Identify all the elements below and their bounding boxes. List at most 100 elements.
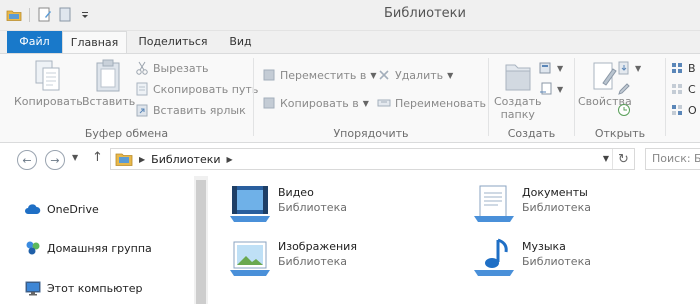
chevron-down-icon: ▼: [557, 84, 564, 94]
tab-file[interactable]: Файл: [7, 31, 62, 53]
delete-button[interactable]: Удалить ▼: [377, 66, 453, 84]
navigation-pane: OneDrive Домашняя группа Этот компьютер: [0, 176, 208, 304]
easy-access-button[interactable]: ▼: [539, 80, 563, 98]
back-button[interactable]: ←: [17, 150, 37, 170]
copy-path-icon: [135, 82, 149, 96]
history-icon: [617, 103, 631, 117]
nav-item-onedrive[interactable]: OneDrive: [24, 200, 99, 218]
scrollbar-thumb[interactable]: [196, 180, 206, 304]
easy-access-icon: [539, 82, 553, 96]
tab-home[interactable]: Главная: [62, 31, 127, 54]
forward-button[interactable]: →: [45, 150, 65, 170]
up-button[interactable]: ↑: [92, 150, 103, 165]
new-folder-label: Создать папку: [494, 95, 542, 121]
move-to-icon: [262, 68, 276, 82]
scissors-icon: [135, 61, 149, 75]
copy-to-icon: [262, 96, 276, 110]
chevron-down-icon: ▼: [72, 153, 79, 162]
address-history-button[interactable]: ▼: [603, 154, 609, 163]
edit-icon: [617, 82, 631, 96]
nav-item-label: Домашняя группа: [47, 241, 152, 255]
tab-view[interactable]: Вид: [218, 31, 263, 53]
nav-pane-scrollbar[interactable]: [194, 176, 208, 304]
explorer-window: Библиотеки Файл Главная Поделиться Вид К…: [0, 0, 700, 304]
breadcrumb-separator-icon[interactable]: ▶: [139, 155, 145, 164]
invert-selection-button[interactable]: О: [670, 101, 697, 119]
library-name: Видео: [278, 186, 314, 199]
new-item-icon: [539, 61, 553, 75]
copy-to-button[interactable]: Копировать в ▼: [262, 94, 369, 112]
delete-label: Удалить: [395, 68, 444, 82]
ribbon-tabs: Файл Главная Поделиться Вид: [0, 31, 700, 54]
edit-button[interactable]: [617, 80, 631, 98]
breadcrumb-separator-icon[interactable]: ▶: [227, 155, 233, 164]
paste-button[interactable]: Вставить: [82, 59, 135, 108]
move-to-label: Переместить в: [280, 68, 367, 82]
library-item-pictures[interactable]: Изображения Библиотека: [228, 236, 357, 280]
cloud-icon: [24, 201, 41, 217]
open-button[interactable]: ▼: [617, 59, 641, 77]
copy-path-label: Скопировать путь: [153, 82, 259, 96]
library-name: Документы: [522, 186, 588, 199]
library-name: Изображения: [278, 240, 357, 253]
tab-share[interactable]: Поделиться: [133, 31, 213, 53]
paste-icon: [93, 59, 125, 93]
library-item-video[interactable]: Видео Библиотека: [228, 182, 347, 226]
select-all-button[interactable]: В: [670, 59, 696, 77]
select-none-button[interactable]: С: [670, 80, 696, 98]
chevron-down-icon: ▼: [362, 98, 369, 108]
search-input[interactable]: Поиск: Б: [645, 148, 700, 170]
nav-item-label: Этот компьютер: [47, 281, 143, 295]
move-to-button[interactable]: Переместить в ▼: [262, 66, 377, 84]
cut-label: Вырезать: [153, 61, 209, 75]
computer-icon: [24, 280, 41, 296]
library-name: Музыка: [522, 240, 566, 253]
clipboard-group-label: Буфер обмена: [84, 127, 169, 140]
arrow-right-icon: →: [50, 153, 60, 167]
library-item-documents[interactable]: Документы Библиотека: [472, 182, 591, 226]
rename-icon: [377, 96, 391, 110]
copy-path-button[interactable]: Скопировать путь: [135, 80, 258, 98]
nav-item-homegroup[interactable]: Домашняя группа: [24, 239, 152, 257]
breadcrumb-libraries[interactable]: Библиотеки: [151, 153, 220, 166]
paste-shortcut-button[interactable]: Вставить ярлык: [135, 101, 246, 119]
libraries-folder-icon: [115, 151, 133, 167]
select-group: В С О: [666, 54, 700, 143]
select-none-icon: [670, 82, 684, 96]
organize-group: Переместить в ▼ Копировать в ▼ Удалить ▼: [254, 54, 488, 143]
nav-item-this-pc[interactable]: Этот компьютер: [24, 279, 143, 297]
library-item-music[interactable]: Музыка Библиотека: [472, 236, 591, 280]
refresh-icon: ↻: [618, 151, 629, 167]
paste-label: Вставить: [82, 95, 136, 108]
music-library-icon: [472, 236, 516, 280]
nav-item-label: OneDrive: [47, 202, 99, 216]
pictures-library-icon: [228, 236, 272, 280]
content-area: Видео Библиотека Документы Библиотека Из…: [208, 176, 700, 304]
recent-locations-button[interactable]: ▼: [72, 153, 78, 162]
select-all-icon: [670, 61, 684, 75]
new-folder-button[interactable]: Создать папку: [494, 59, 542, 121]
paste-shortcut-label: Вставить ярлык: [153, 103, 246, 117]
new-item-button[interactable]: ▼: [539, 59, 563, 77]
rename-button[interactable]: Переименовать: [377, 94, 486, 112]
documents-library-icon: [472, 182, 516, 226]
chevron-down-icon: ▼: [447, 70, 454, 80]
new-folder-icon: [502, 59, 534, 93]
open-group: Свойства ▼ Открыть: [575, 54, 665, 143]
organize-group-label: Упорядочить: [333, 127, 409, 140]
library-type: Библиотека: [278, 201, 347, 214]
arrow-up-icon: ↑: [92, 150, 103, 165]
history-button[interactable]: [617, 101, 631, 119]
cut-button[interactable]: Вырезать: [135, 59, 208, 77]
ribbon: Копировать Вставить Вырезать Скопировать…: [0, 53, 700, 143]
arrow-left-icon: ←: [22, 153, 32, 167]
select-none-label: С: [688, 82, 696, 96]
rename-label: Переименовать: [395, 96, 487, 110]
clipboard-group: Копировать Вставить Вырезать Скопировать…: [0, 54, 258, 143]
refresh-button[interactable]: ↻: [612, 149, 634, 169]
chevron-down-icon: ▼: [370, 70, 377, 80]
copy-button[interactable]: Копировать: [14, 59, 83, 108]
address-bar[interactable]: ▶ Библиотеки ▶ ▼ ↻: [110, 148, 635, 170]
library-type: Библиотека: [278, 255, 347, 268]
select-all-label: В: [688, 61, 696, 75]
